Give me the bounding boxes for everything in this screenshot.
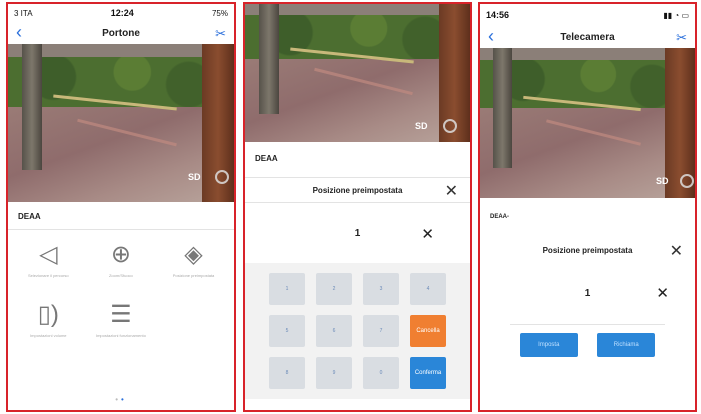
preset-actions: Imposta Richiama [480, 325, 695, 365]
camera-video[interactable]: SD [480, 48, 695, 198]
signal-icon: ▮▮ ◔ ▭ [663, 10, 689, 20]
preset-value[interactable]: 1 [585, 288, 591, 299]
settings-tool-icon[interactable]: ✂ [215, 26, 226, 42]
close-icon[interactable]: ✕ [670, 241, 683, 261]
back-icon[interactable]: ‹ [16, 23, 22, 41]
sd-badge[interactable]: SD [415, 121, 428, 131]
preset-control[interactable]: ◈ Posizione preimpostata [157, 240, 230, 300]
close-icon[interactable]: ✕ [445, 181, 458, 201]
preset-title: Posizione preimpostata [312, 185, 403, 195]
key-1[interactable]: 1 [269, 273, 305, 305]
clock: 12:24 [110, 8, 134, 18]
key-0[interactable]: 0 [363, 357, 399, 389]
device-label: DEAA [255, 154, 278, 163]
settings-control[interactable]: ☰ Impostazioni funzionamento [85, 300, 158, 360]
key-8[interactable]: 8 [269, 357, 305, 389]
preset-title: Posizione preimpostata [542, 245, 633, 255]
sd-badge[interactable]: SD [188, 172, 201, 182]
fullscreen-icon[interactable] [680, 174, 694, 188]
clear-icon[interactable]: ✕ [421, 225, 434, 243]
speaker-icon: ▯) [37, 301, 59, 328]
preset-caption: Posizione preimpostata [172, 273, 215, 278]
page-title: Telecamera [560, 31, 615, 43]
control-grid: ◁ Selezionare il percorso ⊕ Zoom/Sfuoco … [8, 230, 234, 370]
path-caption: Selezionare il percorso [27, 273, 69, 278]
carrier-label: 3 ITA [14, 8, 33, 18]
fullscreen-icon[interactable] [443, 119, 457, 133]
key-7[interactable]: 7 [363, 315, 399, 347]
status-bar: 3 ITA 12:24 75% [8, 4, 234, 22]
key-5[interactable]: 5 [269, 315, 305, 347]
panel-preset-keypad: SD DEAA Posizione preimpostata ✕ 1 ✕ 1 2… [243, 2, 472, 412]
paper-plane-icon: ◁ [39, 241, 58, 268]
battery-label: 75% [211, 8, 228, 18]
key-6[interactable]: 6 [316, 315, 352, 347]
panel-portone: 3 ITA 12:24 75% ‹ Portone ✂ SD DEAA ◁ Se… [6, 2, 236, 412]
zoom-icon: ⊕ [110, 241, 131, 268]
preset-header: Posizione preimpostata ✕ [480, 238, 695, 262]
preset-value-row: 1 ✕ [245, 203, 470, 263]
preset-header: Posizione preimpostata ✕ [245, 178, 470, 202]
camera-video[interactable]: SD [8, 44, 234, 202]
cancel-button[interactable]: Cancella [410, 315, 446, 347]
camera-video[interactable]: SD [245, 4, 470, 142]
zoom-control[interactable]: ⊕ Zoom/Sfuoco [85, 240, 158, 300]
recall-preset-button[interactable]: Richiama [597, 333, 656, 357]
key-3[interactable]: 3 [363, 273, 399, 305]
nav-bar: ‹ Telecamera ✂ [480, 26, 695, 48]
preset-icon: ◈ [184, 241, 203, 268]
device-label: DEAA [18, 212, 41, 221]
page-title: Portone [102, 27, 140, 39]
set-preset-button[interactable]: Imposta [519, 333, 578, 357]
key-2[interactable]: 2 [316, 273, 352, 305]
volume-control[interactable]: ▯) Impostazioni volume [12, 300, 85, 360]
status-bar: 14:56 ▮▮ ◔ ▭ [480, 4, 695, 26]
path-control[interactable]: ◁ Selezionare il percorso [12, 240, 85, 300]
fullscreen-icon[interactable] [215, 170, 229, 184]
zoom-caption: Zoom/Sfuoco [108, 273, 133, 278]
sliders-icon: ☰ [110, 301, 132, 328]
clock: 14:56 [486, 10, 510, 20]
page-dots[interactable]: •• [8, 395, 234, 404]
settings-tool-icon[interactable]: ✂ [676, 30, 687, 46]
volume-caption: Impostazioni volume [30, 333, 67, 338]
back-icon[interactable]: ‹ [488, 27, 494, 45]
sd-badge[interactable]: SD [656, 176, 669, 186]
confirm-button[interactable]: Conferma [410, 357, 446, 389]
key-9[interactable]: 9 [316, 357, 352, 389]
key-4[interactable]: 4 [410, 273, 446, 305]
numeric-keypad: 1 2 3 4 5 6 7 Cancella 8 9 0 Conferma [245, 263, 470, 399]
nav-bar: ‹ Portone ✂ [8, 22, 234, 44]
preset-value-row: 1 ✕ [480, 262, 695, 324]
panel-telecamera: 14:56 ▮▮ ◔ ▭ ‹ Telecamera ✂ SD DEAA- Pos… [478, 2, 697, 412]
preset-value[interactable]: 1 [355, 228, 361, 239]
page-dot-2[interactable]: • [121, 395, 127, 404]
clear-icon[interactable]: ✕ [656, 284, 669, 302]
settings-caption: Impostazioni funzionamento [95, 333, 146, 338]
